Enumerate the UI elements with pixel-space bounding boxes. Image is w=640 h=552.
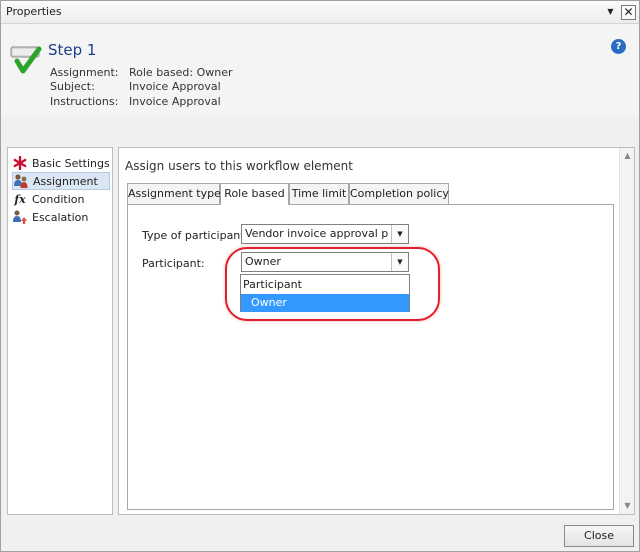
window-title: Properties — [6, 5, 62, 18]
help-icon[interactable]: ? — [611, 39, 626, 54]
participant-dropdown-list: Participant Owner — [240, 274, 410, 312]
nav-label-condition: Condition — [32, 192, 85, 206]
nav-label-assignment: Assignment — [33, 174, 98, 188]
assignment-meta-value: Role based: Owner — [129, 66, 233, 79]
tab-time-limit[interactable]: Time limit — [289, 183, 349, 204]
assignment-panel: Assign users to this workflow element As… — [118, 147, 635, 515]
chevron-down-icon[interactable]: ▼ — [391, 225, 408, 243]
step-check-icon — [10, 46, 42, 74]
dropdown-option-participant[interactable]: Participant — [241, 276, 409, 294]
participant-label: Participant: — [142, 257, 205, 270]
nav-item-condition[interactable]: fx Condition — [12, 190, 110, 208]
escalation-icon — [12, 209, 28, 225]
step-header: Step 1 ? Assignment: Role based: Owner S… — [1, 25, 639, 117]
nav-item-assignment[interactable]: Assignment — [12, 172, 110, 190]
vertical-scrollbar[interactable]: ▲ ▼ — [619, 148, 634, 514]
type-of-participant-select[interactable]: Vendor invoice approval prov ▼ — [241, 224, 409, 244]
tab-assignment-type[interactable]: Assignment type — [127, 183, 221, 204]
properties-window: Properties ▼ ✕ Step 1 ? Assignment: Role… — [0, 0, 640, 552]
instructions-meta-label: Instructions: — [50, 95, 119, 108]
nav-item-basic-settings[interactable]: Basic Settings — [12, 154, 110, 172]
subject-meta-value: Invoice Approval — [129, 80, 221, 93]
red-asterisk-icon — [12, 155, 28, 171]
step-title: Step 1 — [48, 41, 97, 59]
close-button[interactable]: Close — [564, 525, 634, 547]
scroll-down-icon[interactable]: ▼ — [620, 499, 635, 513]
subject-meta-label: Subject: — [50, 80, 95, 93]
nav-label-escalation: Escalation — [32, 210, 89, 224]
nav-label-basic-settings: Basic Settings — [32, 156, 110, 170]
participant-select[interactable]: Owner ▼ — [241, 252, 409, 272]
fx-icon: fx — [14, 192, 26, 206]
tab-role-based[interactable]: Role based — [220, 183, 289, 205]
instructions-meta-value: Invoice Approval — [129, 95, 221, 108]
tab-completion-policy[interactable]: Completion policy — [349, 183, 449, 204]
chevron-down-icon[interactable]: ▼ — [391, 253, 408, 271]
participant-value: Owner — [245, 255, 281, 268]
users-icon — [13, 173, 29, 189]
assignment-heading: Assign users to this workflow element — [125, 159, 353, 173]
nav-item-escalation[interactable]: Escalation — [12, 208, 110, 226]
scroll-up-icon[interactable]: ▲ — [620, 149, 635, 163]
role-based-panel: Type of participant: Vendor invoice appr… — [127, 204, 614, 510]
type-of-participant-label: Type of participant: — [142, 229, 249, 242]
dropdown-option-owner[interactable]: Owner — [241, 294, 409, 312]
settings-nav: Basic Settings Assignment fx Condition E… — [7, 147, 113, 515]
assignment-meta-label: Assignment: — [50, 66, 119, 79]
pin-dropdown-icon[interactable]: ▼ — [603, 5, 618, 20]
type-of-participant-value: Vendor invoice approval prov — [245, 227, 388, 240]
close-window-icon[interactable]: ✕ — [621, 5, 636, 20]
title-bar: Properties ▼ ✕ — [1, 1, 639, 24]
